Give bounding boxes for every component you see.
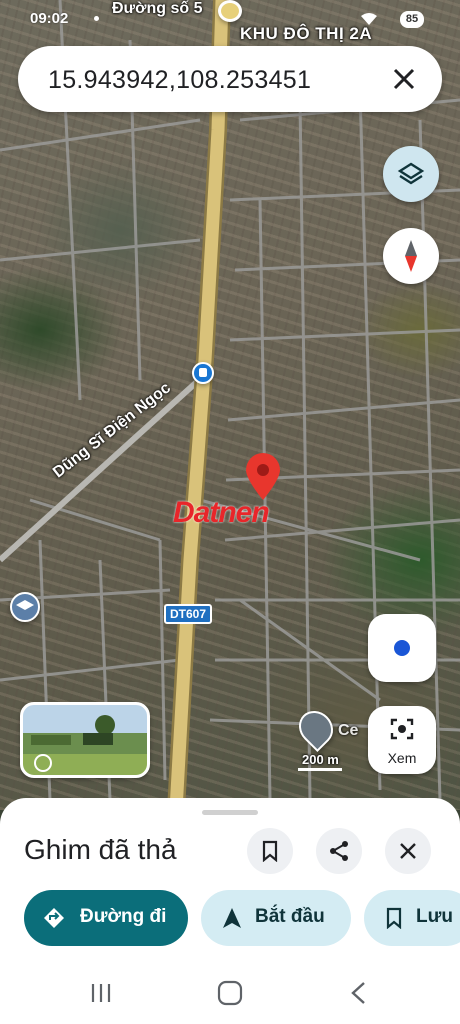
satellite-map[interactable]: 09:02 85 Đường số 5 KHU ĐÔ THỊ 2A Dũng S… xyxy=(0,0,460,810)
place-partial-label: Ce xyxy=(338,722,359,739)
close-icon[interactable] xyxy=(386,61,422,97)
start-button[interactable]: Bắt đầu xyxy=(201,890,351,946)
battery-indicator: 85 xyxy=(400,11,424,28)
street-view-thumbnail[interactable] xyxy=(20,702,150,778)
dropped-pin-icon[interactable] xyxy=(244,452,282,502)
navigation-arrow-icon xyxy=(223,908,241,928)
lens-label: Xem xyxy=(387,750,417,766)
street-label-top: Đường số 5 xyxy=(112,0,203,17)
home-icon[interactable] xyxy=(216,979,244,1007)
back-icon[interactable] xyxy=(346,980,372,1006)
sheet-title: Ghim đã thả xyxy=(24,834,177,865)
district-label: KHU ĐÔ THỊ 2A xyxy=(240,24,373,43)
bookmark-button[interactable] xyxy=(247,828,293,874)
lens-button[interactable]: Xem xyxy=(368,706,436,774)
scale-bar xyxy=(298,768,342,771)
layers-button[interactable] xyxy=(383,146,439,202)
street-view-image xyxy=(31,715,115,772)
bookmark-icon xyxy=(262,840,278,862)
recents-icon[interactable] xyxy=(88,980,114,1006)
school-icon[interactable] xyxy=(10,592,40,622)
my-location-button[interactable] xyxy=(368,614,436,682)
status-time: 09:02 xyxy=(30,10,69,27)
close-sheet-button[interactable] xyxy=(385,828,431,874)
road-network xyxy=(0,0,460,810)
save-label: Lưu xyxy=(416,906,453,927)
start-label: Bắt đầu xyxy=(255,906,325,927)
bus-stop-icon[interactable] xyxy=(192,362,214,384)
compass-button[interactable] xyxy=(383,228,439,284)
directions-label: Đường đi xyxy=(80,906,167,927)
notification-dot xyxy=(94,16,99,21)
system-nav-bar xyxy=(0,970,460,1024)
search-bar[interactable]: 15.943942,108.253451 xyxy=(18,46,442,112)
sheet-handle[interactable] xyxy=(202,810,258,815)
scale-label: 200 m xyxy=(302,752,339,767)
roundabout-marker xyxy=(218,0,242,22)
layers-icon xyxy=(397,162,425,185)
compass-icon xyxy=(405,240,417,272)
save-button[interactable]: Lưu xyxy=(364,890,460,946)
bookmark-icon xyxy=(386,907,402,929)
share-icon xyxy=(330,841,348,861)
search-query[interactable]: 15.943942,108.253451 xyxy=(48,66,311,95)
directions-icon xyxy=(44,908,64,928)
route-badge: DT607 xyxy=(164,604,212,624)
lens-icon xyxy=(390,718,414,740)
directions-button[interactable]: Đường đi xyxy=(24,890,188,946)
share-button[interactable] xyxy=(316,828,362,874)
close-icon xyxy=(400,843,416,859)
my-location-icon xyxy=(394,640,410,656)
